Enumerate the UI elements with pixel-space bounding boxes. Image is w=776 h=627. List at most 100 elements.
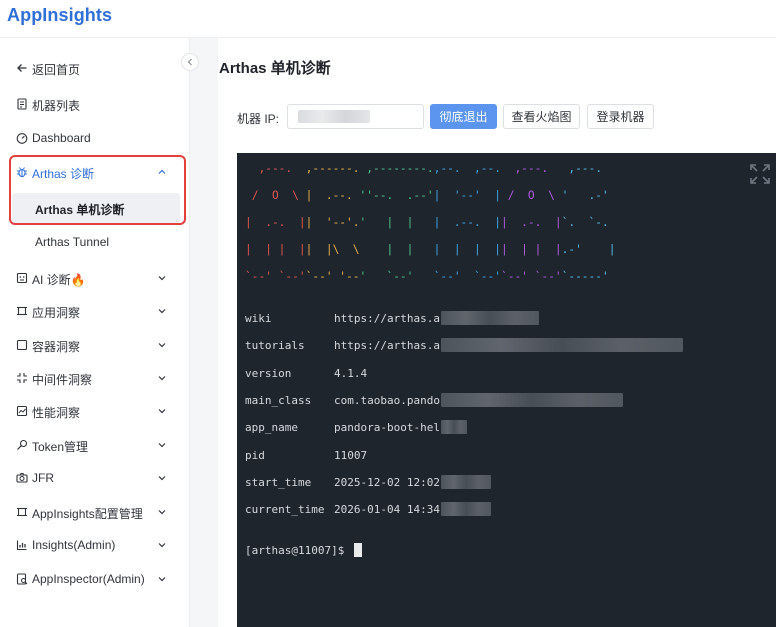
banner-segment: `--' `--' — [433, 270, 501, 283]
info-value: pandora-boot-hel — [334, 421, 440, 434]
sidebar-item-performance-insight[interactable]: 性能洞察 — [0, 396, 190, 426]
flame-graph-button[interactable]: 查看火焰图 — [503, 104, 580, 129]
banner-segment: ' `--' — [359, 270, 434, 283]
info-value: 4.1.4 — [334, 367, 368, 380]
chevron-down-icon — [158, 577, 166, 582]
sidebar-item-label: 中间件洞察 — [32, 373, 93, 387]
banner-segment: ,--. ,--. — [433, 162, 501, 175]
top-bar: AppInsights — [0, 0, 776, 38]
inspector-icon — [15, 572, 28, 585]
sidebar-subitem-arthas-tunnel[interactable]: Arthas Tunnel — [12, 227, 180, 257]
banner-segment: ,---. — [561, 162, 603, 175]
sidebar-item-label: AI 诊断🔥 — [32, 273, 86, 287]
redacted-blur — [441, 393, 623, 407]
banner-segment: ,------. — [305, 162, 360, 175]
banner-segment: | '--' | — [433, 189, 501, 202]
banner-segment: `--' '-- — [305, 270, 360, 283]
info-row-main-class: main_class com.taobao.pando — [245, 393, 623, 408]
info-key: pid — [245, 449, 265, 462]
banner-line: ,---. ,------. ,--------.,--. ,--. ,---.… — [245, 162, 602, 175]
banner-segment: | | | | — [245, 243, 306, 256]
banner-segment: .-' | — [561, 243, 616, 256]
sidebar-item-container-insight[interactable]: 容器洞察 — [0, 330, 190, 360]
sidebar-item-ai-diagnosis[interactable]: AI 诊断🔥 — [0, 263, 190, 293]
info-value: 2026-01-04 14:34 — [334, 503, 440, 516]
app-logo[interactable]: AppInsights — [7, 5, 112, 26]
config-icon — [15, 505, 28, 518]
sidebar-item-machine-list[interactable]: 机器列表 — [0, 89, 190, 119]
sidebar-item-label: 应用洞察 — [32, 306, 81, 320]
chevron-down-icon — [158, 543, 166, 548]
info-key: app_name — [245, 421, 298, 434]
info-key: wiki — [245, 312, 272, 325]
sidebar-item-label: 机器列表 — [32, 99, 81, 113]
sidebar-item-insights-admin[interactable]: Insights(Admin) — [0, 530, 190, 560]
banner-segment: | | | | — [433, 243, 501, 256]
info-key: start_time — [245, 476, 312, 489]
banner-line: | | | || |\ \ | | | | | || | | |.-' | — [245, 243, 615, 256]
redacted-blur — [441, 420, 467, 434]
banner-segment: | .--. — [305, 189, 360, 202]
sidebar-collapse-button[interactable] — [181, 53, 199, 71]
page-title: Arthas 单机诊断 — [219, 60, 331, 77]
info-key: current_time — [245, 503, 325, 516]
info-key: version — [245, 367, 292, 380]
sidebar-item-dashboard[interactable]: Dashboard — [0, 123, 190, 153]
banner-segment: ,---. — [500, 162, 562, 175]
banner-segment: | | — [359, 243, 434, 256]
info-row-wiki: wiki https://arthas.a — [245, 311, 539, 326]
machine-ip-input[interactable] — [287, 104, 424, 129]
banner-segment: `--' `--' — [245, 270, 306, 283]
chevron-down-icon — [158, 443, 166, 448]
banner-segment: `-----' — [561, 270, 609, 283]
chevron-up-icon — [158, 169, 166, 174]
banner-line: | .-. || '--'.' | | | .--. || .-. |`. `-… — [245, 216, 609, 229]
app-icon — [15, 304, 28, 317]
fullscreen-icon[interactable] — [749, 163, 771, 185]
banner-segment: ''--. .--' — [359, 189, 434, 202]
sidebar-item-label: Arthas 诊断 — [32, 167, 95, 181]
banner-segment: ,---. — [245, 162, 306, 175]
sidebar-item-appinspector-admin[interactable]: AppInspector(Admin) — [0, 564, 190, 594]
ai-icon — [15, 271, 28, 284]
banner-line: / O \ | .--. ''--. .--'| '--' | / O \ ' … — [245, 189, 609, 202]
info-row-version: version 4.1.4 — [245, 367, 367, 381]
performance-icon — [15, 404, 28, 417]
sidebar-item-token[interactable]: Token管理 — [0, 430, 190, 460]
sidebar-item-label: Insights(Admin) — [32, 538, 116, 552]
sidebar-item-label: AppInspector(Admin) — [32, 572, 145, 586]
chevron-left-icon — [187, 58, 192, 66]
sidebar-item-label: 容器洞察 — [32, 340, 81, 354]
login-machine-button[interactable]: 登录机器 — [587, 104, 654, 129]
banner-line: `--' `--'`--' '--' `--' `--' `--'`--' `-… — [245, 270, 609, 283]
info-row-pid: pid 11007 — [245, 449, 367, 463]
info-value: 2025-12-02 12:02 — [334, 476, 440, 489]
sidebar-item-label: Dashboard — [32, 131, 91, 145]
chevron-down-icon — [158, 343, 166, 348]
info-value: 11007 — [334, 449, 368, 462]
redacted-blur — [441, 475, 491, 489]
chevron-down-icon — [158, 476, 166, 481]
sidebar-subitem-label: Arthas 单机诊断 — [35, 203, 125, 217]
sidebar-item-config[interactable]: AppInsights配置管理 — [0, 497, 190, 527]
info-value: com.taobao.pando — [334, 394, 440, 407]
info-value: https://arthas.a — [334, 339, 440, 352]
sidebar-item-arthas[interactable]: Arthas 诊断 — [0, 157, 190, 187]
chart-icon — [15, 538, 28, 551]
sidebar-item-app-insight[interactable]: 应用洞察 — [0, 296, 190, 326]
redacted-blur — [441, 311, 539, 325]
info-row-start-time: start_time 2025-12-02 12:02 — [245, 475, 491, 490]
arrow-left-icon — [15, 61, 28, 74]
sidebar-subitem-arthas-single[interactable]: Arthas 单机诊断 — [12, 193, 180, 223]
banner-segment: `--' `--' — [500, 270, 562, 283]
back-home-link[interactable]: 返回首页 — [0, 53, 190, 83]
banner-segment: | | | | — [500, 243, 562, 256]
exit-button[interactable]: 彻底退出 — [430, 104, 497, 129]
bug-icon — [15, 165, 28, 178]
arthas-terminal[interactable]: ,---. ,------. ,--------.,--. ,--. ,---.… — [237, 153, 776, 627]
sidebar-item-middleware-insight[interactable]: 中间件洞察 — [0, 363, 190, 393]
sidebar-item-label: JFR — [32, 471, 54, 485]
terminal-cursor[interactable] — [354, 543, 362, 557]
banner-segment: | '--'. — [305, 216, 360, 229]
sidebar-item-jfr[interactable]: JFR — [0, 463, 190, 493]
